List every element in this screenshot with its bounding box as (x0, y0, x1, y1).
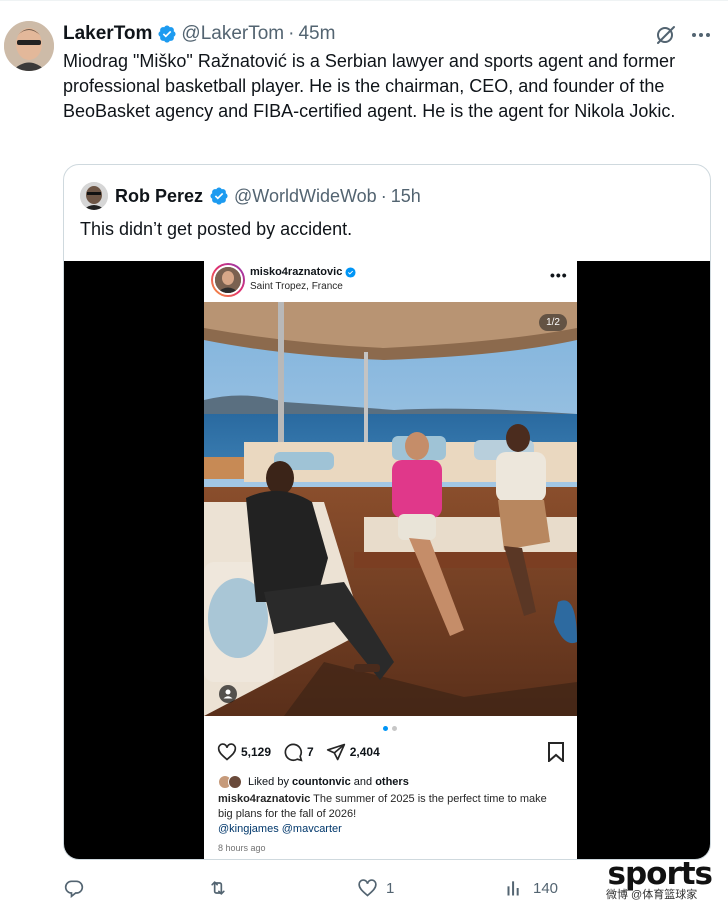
grok-icon[interactable] (654, 23, 678, 47)
views-chart-icon (507, 881, 519, 896)
quote-author-handle[interactable]: @WorldWideWob (234, 186, 377, 207)
ig-carousel-dots (383, 726, 397, 731)
ig-caption-user: misko4raznatovic (218, 793, 311, 805)
views-count: 140 (533, 879, 559, 897)
ig-caption-mentions: @kingjames @mavcarter (218, 823, 342, 835)
ig-avatar (211, 263, 245, 297)
tweet[interactable]: LakerTom @LakerTom · 45m Miodrag "Miško"… (0, 0, 728, 904)
heart-icon (217, 743, 237, 761)
quote-header: Rob Perez @WorldWideWob · 15h (80, 181, 421, 211)
ig-liked-avatars (218, 775, 244, 789)
reply-icon (64, 880, 84, 898)
author-avatar[interactable] (4, 21, 54, 71)
quote-time[interactable]: 15h (391, 186, 421, 207)
verified-badge-icon (157, 24, 177, 44)
separator-dot: · (380, 185, 387, 206)
watermark: sports 微博 @体育篮球家 (606, 856, 724, 902)
tweet-actions: 1 140 (60, 873, 640, 903)
like-button[interactable]: 1 (357, 873, 394, 903)
ig-tag-icon (219, 685, 237, 703)
ig-post-time: 8 hours ago (218, 843, 266, 853)
yacht-photo: 1/2 (204, 302, 577, 716)
quote-text: This didn’t get posted by accident. (80, 219, 353, 239)
author-name[interactable]: LakerTom (63, 23, 152, 45)
comment-icon (284, 743, 303, 762)
ig-username: misko4raznatovic (250, 266, 343, 278)
views-button[interactable]: 140 (505, 873, 558, 903)
like-count: 1 (386, 879, 395, 897)
ig-actions: 5,129 7 2,404 (217, 741, 567, 763)
separator-dot: · (288, 23, 295, 44)
ig-share-count: 2,404 (349, 745, 380, 759)
more-options-icon[interactable] (689, 23, 713, 47)
like-heart-icon (358, 879, 377, 897)
reply-button[interactable] (64, 873, 92, 903)
instagram-post-screenshot: misko4raznatovic Saint Tropez, France ••… (204, 261, 577, 859)
author-handle[interactable]: @LakerTom (181, 23, 284, 45)
retweet-icon (211, 881, 225, 895)
ig-verified-icon (345, 266, 356, 278)
ig-location: Saint Tropez, France (250, 281, 343, 292)
share-icon (326, 743, 345, 761)
ig-post-header: misko4raznatovic Saint Tropez, France ••… (204, 261, 577, 302)
tweet-header: LakerTom @LakerTom · 45m (63, 21, 335, 47)
ig-image-counter: 1/2 (539, 314, 567, 331)
ig-username-row: misko4raznatovic (250, 266, 356, 278)
quote-author-avatar[interactable] (80, 182, 108, 210)
tweet-text: Miodrag "Miško" Ražnatović is a Serbian … (63, 51, 676, 121)
tweet-time[interactable]: 45m (298, 23, 335, 45)
ig-more-icon: ••• (550, 267, 568, 283)
ig-liked-by: Liked by countonvic and others (218, 775, 409, 789)
quote-media[interactable]: misko4raznatovic Saint Tropez, France ••… (64, 261, 710, 859)
ig-save-icon (547, 742, 565, 767)
ig-like-count: 5,129 (241, 745, 272, 759)
ig-comment-count: 7 (307, 745, 314, 759)
quoted-tweet[interactable]: Rob Perez @WorldWideWob · 15h This didn’… (63, 164, 711, 860)
verified-badge-icon (209, 186, 229, 206)
quote-author-name[interactable]: Rob Perez (115, 186, 203, 207)
watermark-subtext: 微博 @体育篮球家 (606, 889, 698, 901)
retweet-button[interactable] (207, 873, 237, 903)
ig-caption: misko4raznatovic The summer of 2025 is t… (218, 792, 563, 837)
